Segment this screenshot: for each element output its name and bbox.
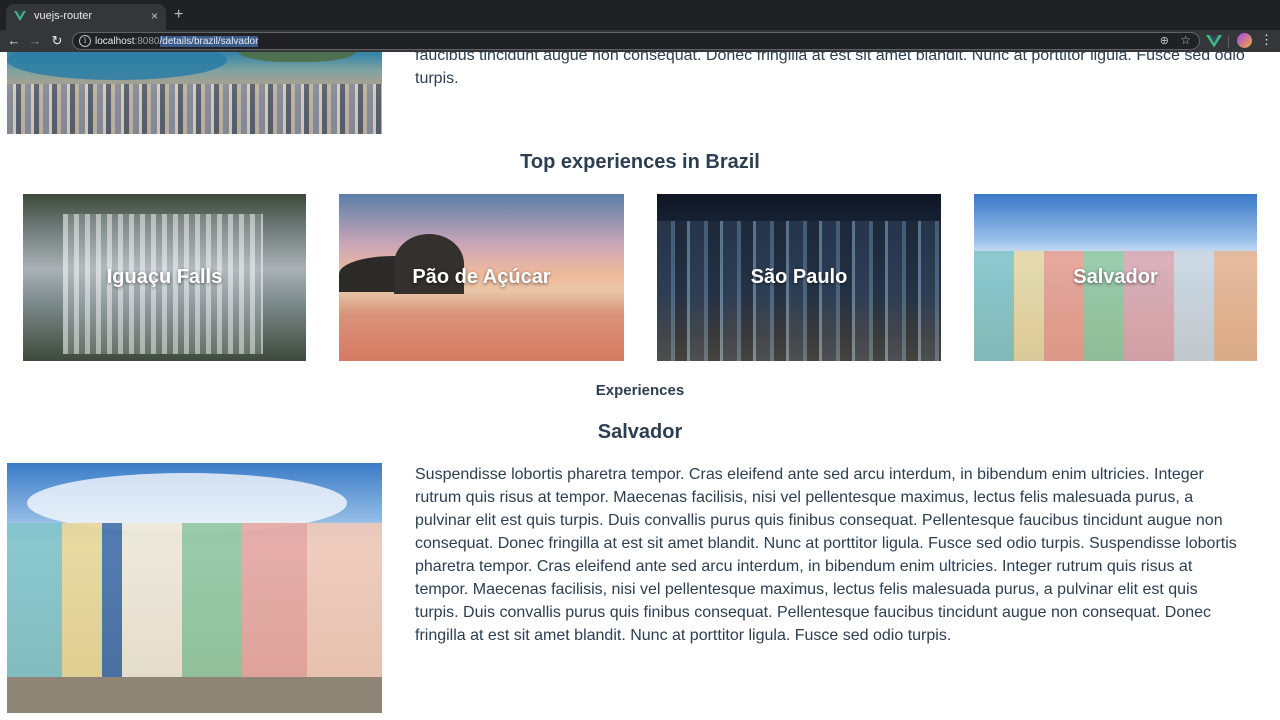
tab-title: vuejs-router: [34, 10, 93, 22]
destination-card-iguacu-falls[interactable]: Iguaçu Falls: [23, 194, 306, 361]
card-label: Iguaçu Falls: [106, 266, 223, 288]
destination-card-salvador[interactable]: Salvador: [974, 194, 1257, 361]
url-path: /details/brazil/salvador: [159, 36, 259, 47]
salvador-image: [7, 463, 382, 713]
card-label: São Paulo: [750, 266, 848, 288]
address-bar[interactable]: i localhost:8080/details/brazil/salvador…: [72, 32, 1200, 50]
card-label: Salvador: [1073, 266, 1158, 288]
url-host: localhost: [95, 36, 135, 47]
bookmark-star-icon[interactable]: ☆: [1180, 33, 1191, 47]
url-port: :8080: [134, 36, 160, 47]
vue-logo-icon: [14, 11, 26, 21]
reload-icon[interactable]: ↻: [49, 33, 65, 49]
destination-card-pao-de-acucar[interactable]: Pão de Açúcar: [339, 194, 624, 361]
destination-description-text: Suspendisse lobortis pharetra tempor. Cr…: [415, 466, 1237, 644]
page-content: faucibus tincidunt augue non consequat. …: [0, 52, 1280, 720]
browser-tab[interactable]: vuejs-router ×: [6, 4, 166, 30]
experiences-heading: Experiences: [595, 382, 685, 399]
card-label: Pão de Açúcar: [412, 266, 551, 288]
country-description-text: faucibus tincidunt augue non consequat. …: [415, 52, 1245, 87]
forward-arrow-icon[interactable]: →: [27, 33, 43, 49]
destination-card-sao-paulo[interactable]: São Paulo: [657, 194, 941, 361]
toolbar-divider: [1228, 36, 1229, 48]
top-experiences-title: Top experiences in Brazil: [520, 151, 760, 173]
url-text[interactable]: localhost:8080/details/brazil/salvador: [95, 35, 259, 48]
vue-devtools-extension-icon[interactable]: [1206, 33, 1222, 49]
profile-avatar[interactable]: [1237, 33, 1252, 48]
destination-title: Salvador: [597, 421, 683, 443]
info-icon[interactable]: i: [79, 35, 91, 47]
new-tab-button[interactable]: +: [174, 6, 183, 24]
brazil-hero-image: [7, 52, 382, 134]
close-icon[interactable]: ×: [151, 8, 158, 24]
browser-tab-bar: vuejs-router × +: [0, 0, 1280, 30]
back-arrow-icon[interactable]: ←: [6, 33, 22, 49]
zoom-icon[interactable]: ⊕: [1160, 34, 1169, 47]
menu-dots-icon[interactable]: ⋮: [1260, 32, 1273, 48]
browser-toolbar: ← → ↻ i localhost:8080/details/brazil/sa…: [0, 30, 1280, 52]
